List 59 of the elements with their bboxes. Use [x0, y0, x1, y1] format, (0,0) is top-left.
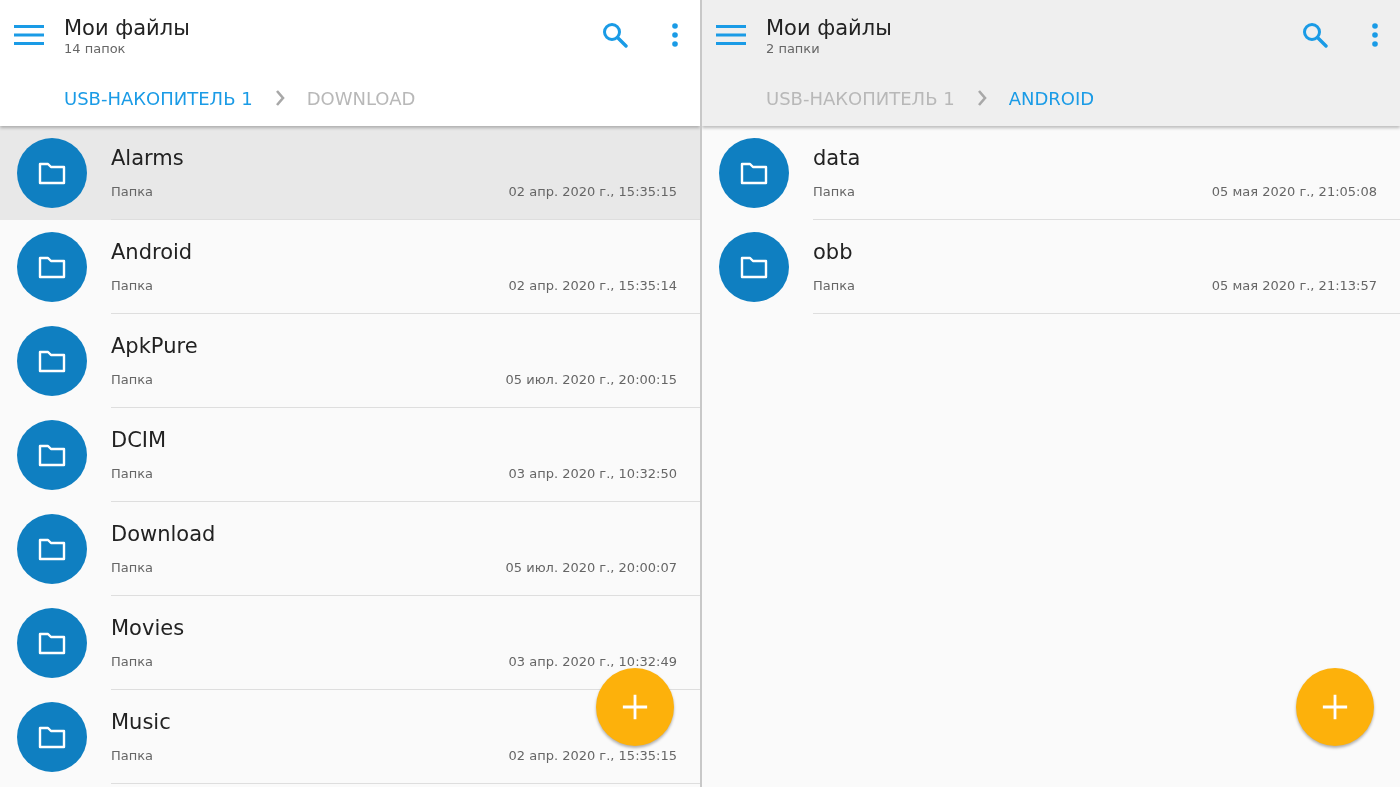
folder-icon — [17, 326, 87, 396]
item-type: Папка — [111, 466, 154, 481]
app-title: Мои файлы — [766, 14, 893, 41]
modified-date: 02 апр. 2020 г., 15:35:15 — [508, 184, 677, 199]
chevron-icon — [976, 90, 987, 106]
folder-name: Download — [111, 522, 217, 546]
item-type: Папка — [111, 654, 154, 669]
folder-icon — [719, 138, 789, 208]
item-type: Папка — [813, 278, 856, 293]
folder-row[interactable]: Android Папка 02 апр. 2020 г., 15:35:14 — [0, 220, 700, 314]
folder-row[interactable]: data Папка 05 мая 2020 г., 21:05:08 — [702, 126, 1400, 220]
menu-icon[interactable] — [716, 25, 746, 45]
folder-name: Movies — [111, 616, 186, 640]
folder-count: 14 папок — [64, 40, 127, 56]
folder-name: data — [813, 146, 862, 170]
folder-icon — [17, 608, 87, 678]
menu-icon[interactable] — [14, 25, 44, 45]
folder-name: DCIM — [111, 428, 168, 452]
folder-name: obb — [813, 240, 854, 264]
folder-icon — [17, 138, 87, 208]
folder-name: Alarms — [111, 146, 185, 170]
modified-date: 05 июл. 2020 г., 20:00:07 — [505, 560, 677, 575]
folder-icon — [17, 420, 87, 490]
modified-date: 05 мая 2020 г., 21:13:57 — [1211, 278, 1377, 293]
folder-row[interactable]: DCIM Папка 03 апр. 2020 г., 10:32:50 — [0, 408, 700, 502]
folder-icon — [17, 702, 87, 772]
item-type: Папка — [111, 184, 154, 199]
more-icon[interactable] — [1372, 23, 1378, 47]
folder-icon — [17, 514, 87, 584]
plus-icon — [621, 693, 649, 721]
add-button[interactable] — [1296, 668, 1374, 746]
modified-date: 02 апр. 2020 г., 15:35:15 — [508, 748, 677, 763]
chevron-icon — [274, 90, 285, 106]
modified-date: 03 апр. 2020 г., 10:32:50 — [508, 466, 677, 481]
item-type: Папка — [111, 372, 154, 387]
folder-row[interactable]: Download Папка 05 июл. 2020 г., 20:00:07 — [0, 502, 700, 596]
folder-row[interactable]: ApkPure Папка 05 июл. 2020 г., 20:00:15 — [0, 314, 700, 408]
modified-date: 05 июл. 2020 г., 20:00:15 — [505, 372, 677, 387]
folder-name: Music — [111, 710, 172, 734]
modified-date: 02 апр. 2020 г., 15:35:14 — [508, 278, 677, 293]
folder-icon — [719, 232, 789, 302]
plus-icon — [1321, 693, 1349, 721]
search-icon[interactable] — [1302, 22, 1328, 48]
add-button[interactable] — [596, 668, 674, 746]
modified-date: 03 апр. 2020 г., 10:32:49 — [508, 654, 677, 669]
search-icon[interactable] — [602, 22, 628, 48]
modified-date: 05 мая 2020 г., 21:05:08 — [1211, 184, 1377, 199]
item-type: Папка — [111, 560, 154, 575]
folder-row[interactable]: Alarms Папка 02 апр. 2020 г., 15:35:15 — [0, 126, 700, 220]
folder-row[interactable]: obb Папка 05 мая 2020 г., 21:13:57 — [702, 220, 1400, 314]
item-type: Папка — [111, 748, 154, 763]
item-type: Папка — [813, 184, 856, 199]
more-icon[interactable] — [672, 23, 678, 47]
folder-name: Android — [111, 240, 194, 264]
app-title: Мои файлы — [64, 14, 191, 41]
folder-icon — [17, 232, 87, 302]
folder-name: ApkPure — [111, 334, 199, 358]
item-type: Папка — [111, 278, 154, 293]
folder-count: 2 папки — [766, 40, 821, 56]
